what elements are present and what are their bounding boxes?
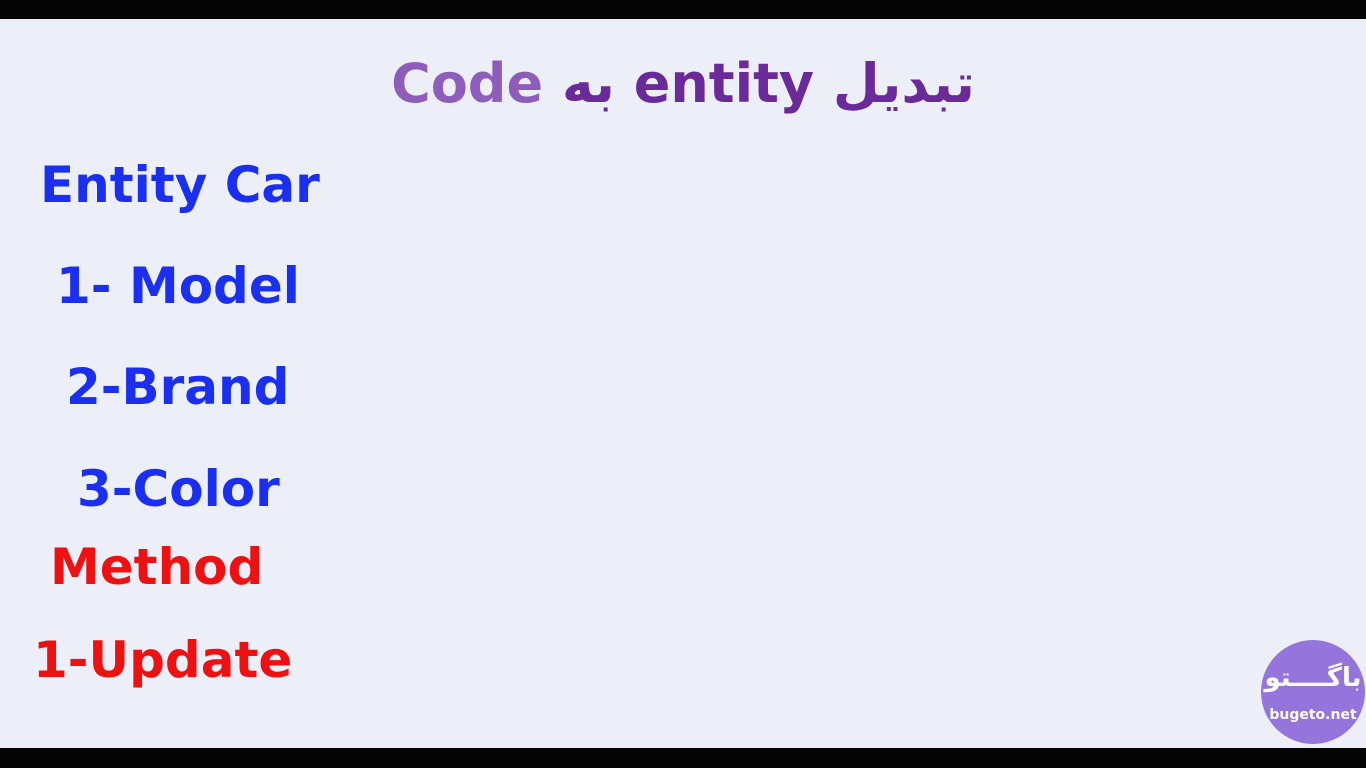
attribute-color: 3-Color (77, 460, 280, 518)
bugeto-logo-name: باگــــتو (1264, 663, 1362, 693)
entity-car-heading: Entity Car (40, 156, 320, 214)
method-heading: Method (50, 538, 264, 596)
video-frame: Code تبدیل entity به Entity Car 1- Model… (0, 0, 1366, 768)
bugeto-logo-url: bugeto.net (1269, 707, 1357, 723)
slide: Code تبدیل entity به Entity Car 1- Model… (0, 19, 1366, 748)
method-update: 1-Update (33, 631, 293, 689)
slide-title: Code تبدیل entity به (0, 49, 1366, 119)
attribute-model: 1- Model (56, 257, 300, 315)
bugeto-logo: باگــــتو bugeto.net (1261, 640, 1365, 744)
slide-title-code: Code (391, 52, 544, 115)
attribute-brand: 2-Brand (66, 358, 290, 416)
slide-title-persian: تبدیل entity به (561, 52, 975, 115)
